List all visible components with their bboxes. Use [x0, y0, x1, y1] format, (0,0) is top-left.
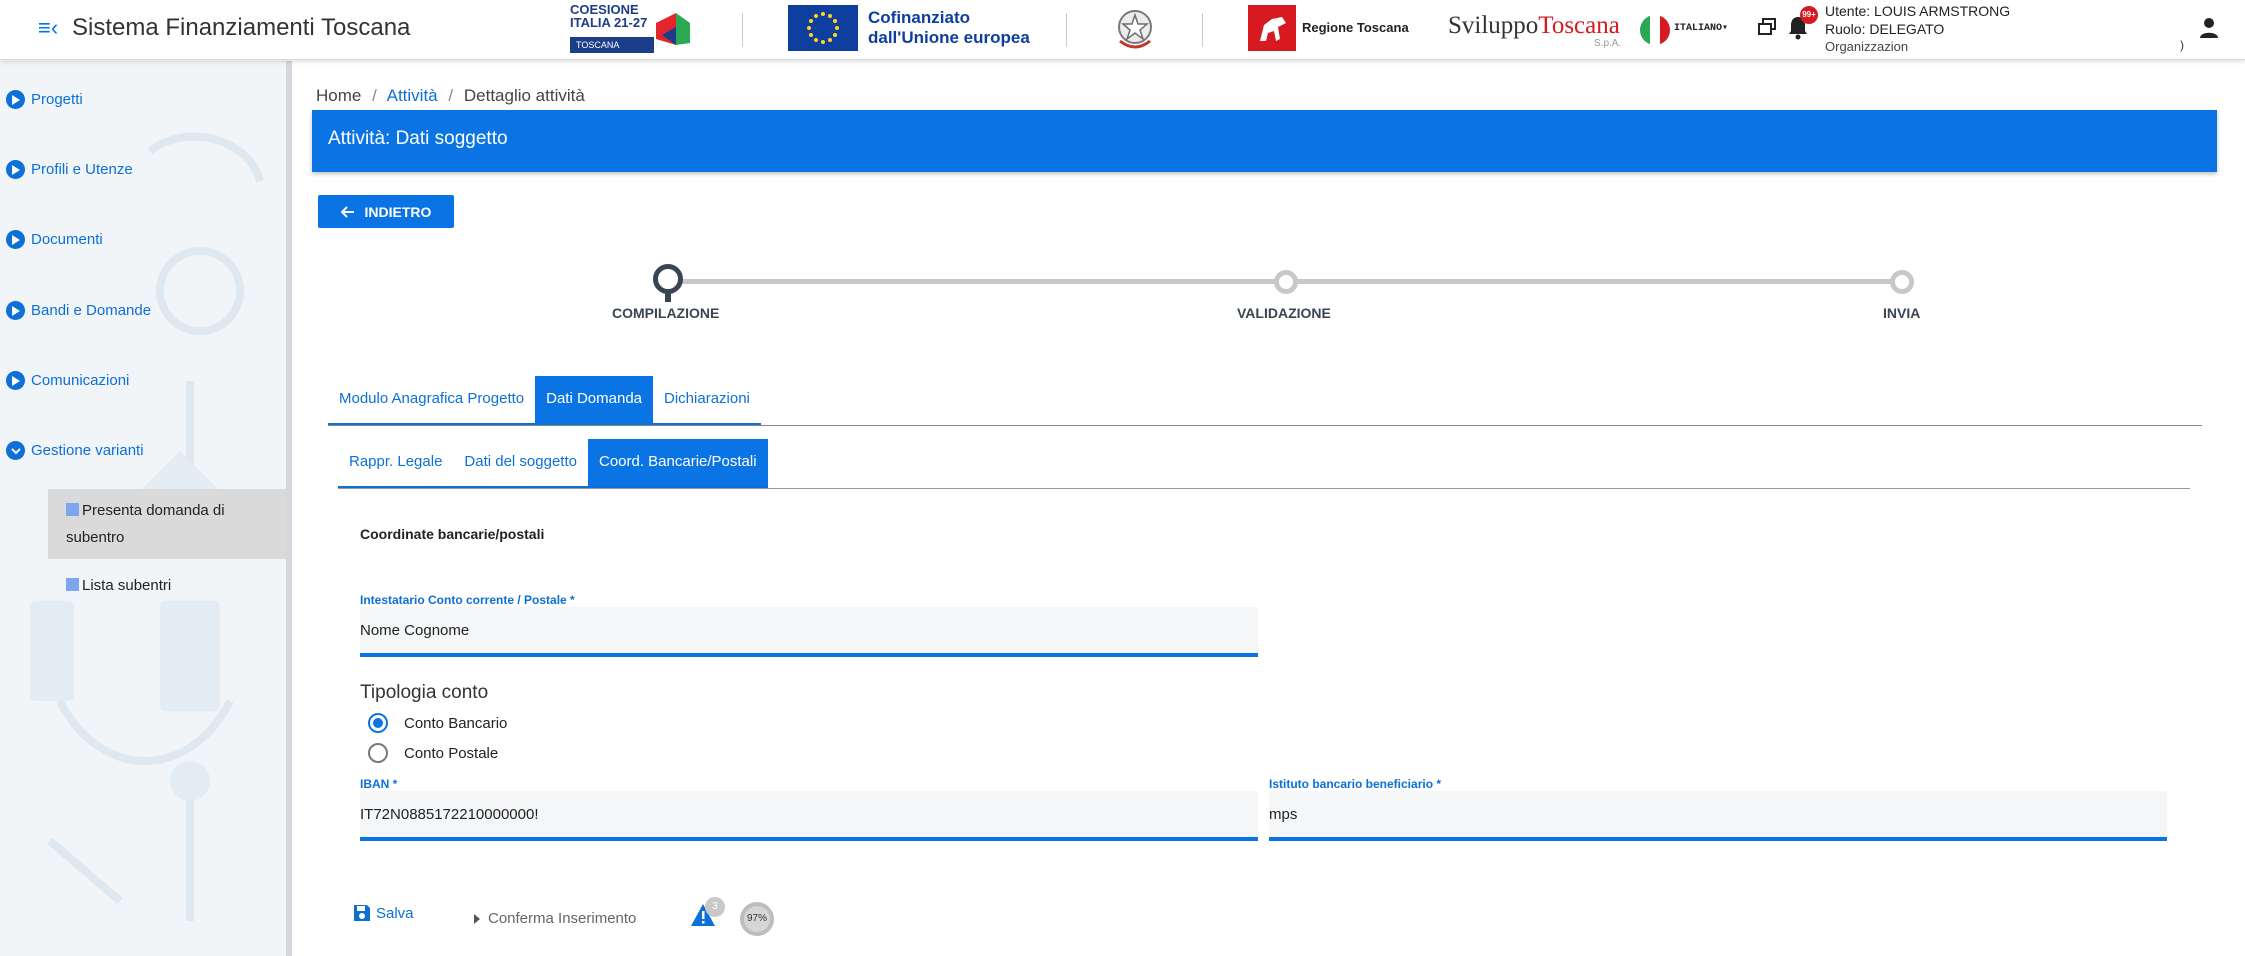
top-bar: ≡‹ Sistema Finanziamenti Toscana COESION… [0, 0, 2245, 60]
sidebar: Progetti Profili e Utenze Documenti Band… [0, 61, 292, 956]
sidebar-subitem-lista-subentri[interactable]: Lista subentri [48, 564, 286, 607]
holder-label: Intestatario Conto corrente / Postale * [360, 593, 575, 607]
menu-toggle-icon[interactable]: ≡‹ [38, 16, 62, 40]
radio-button-checked[interactable] [368, 713, 388, 733]
back-button[interactable]: INDIETRO [318, 195, 454, 228]
language-select[interactable]: ITALIANO▾ [1674, 22, 1728, 34]
step-label-compilazione: COMPILAZIONE [612, 305, 720, 321]
completion-progress-indicator: 97% [740, 902, 774, 936]
sidebar-item-bandi-domande[interactable]: Bandi e Domande [6, 301, 151, 320]
italian-flag-icon[interactable] [1640, 15, 1670, 45]
step-validazione-marker [1274, 270, 1298, 294]
sidebar-item-documenti[interactable]: Documenti [6, 230, 103, 249]
tab-dati-domanda[interactable]: Dati Domanda [535, 376, 654, 426]
play-circle-icon [6, 371, 25, 390]
divider [742, 13, 743, 47]
floppy-disk-icon [354, 905, 370, 921]
sub-tabs: Rappr. Legale Dati del soggetto Coord. B… [338, 439, 768, 489]
iban-input[interactable] [360, 791, 1258, 841]
play-circle-icon [6, 301, 25, 320]
coesione-italia-logo: COESIONE ITALIA 21-27 TOSCANA [570, 3, 696, 53]
divider [1202, 13, 1203, 47]
regione-toscana-label: Regione Toscana [1302, 20, 1409, 35]
play-circle-icon [6, 160, 25, 179]
bank-input[interactable] [1269, 791, 2167, 841]
page-title: Attività: Dati soggetto [312, 110, 2217, 172]
sviluppo-spa-label: S.p.A. [1594, 38, 1622, 49]
step-invia-marker [1890, 270, 1914, 294]
tab-modulo-anagrafica[interactable]: Modulo Anagrafica Progetto [328, 376, 536, 426]
section-title: Coordinate bancarie/postali [360, 526, 545, 542]
holder-input[interactable] [360, 607, 1258, 657]
square-bullet-icon [66, 578, 79, 591]
radio-conto-bancario[interactable]: Conto Bancario [368, 713, 507, 733]
tab-coord-bancarie[interactable]: Coord. Bancarie/Postali [587, 439, 768, 489]
sidebar-subitem-presenta-domanda[interactable]: Presenta domanda di subentro [48, 489, 286, 559]
play-circle-icon [6, 90, 25, 109]
main-tabs: Modulo Anagrafica Progetto Dati Domanda … [328, 376, 761, 426]
notification-badge: 99+ [1800, 6, 1818, 24]
iban-label: IBAN * [360, 777, 398, 791]
breadcrumb: Home / Attività / Dettaglio attività [316, 86, 585, 105]
square-bullet-icon [66, 503, 79, 516]
windows-icon[interactable] [1756, 16, 1778, 38]
breadcrumb-home[interactable]: Home [316, 86, 361, 105]
breadcrumb-current: Dettaglio attività [463, 86, 585, 105]
subtabs-divider [338, 488, 2190, 489]
app-title: Sistema Finanziamenti Toscana [72, 14, 411, 41]
sidebar-item-gestione-varianti[interactable]: Gestione varianti [6, 441, 144, 460]
divider [1066, 13, 1067, 47]
play-circle-icon [6, 230, 25, 249]
tab-dati-soggetto[interactable]: Dati del soggetto [453, 439, 588, 489]
sidebar-item-progetti[interactable]: Progetti [6, 90, 83, 109]
sviluppo-toscana-logo: SviluppoToscana [1448, 12, 1620, 39]
sidebar-item-comunicazioni[interactable]: Comunicazioni [6, 371, 129, 390]
eu-flag-icon [788, 5, 858, 51]
regione-toscana-flag-icon [1248, 5, 1296, 51]
chevron-down-circle-icon [6, 441, 25, 460]
tab-dichiarazioni[interactable]: Dichiarazioni [653, 376, 761, 426]
coesione-shape-icon [656, 13, 690, 45]
warning-count-badge: 3 [705, 897, 725, 917]
step-current-pin [665, 290, 671, 302]
radio-conto-postale[interactable]: Conto Postale [368, 743, 498, 763]
account-type-title: Tipologia conto [360, 682, 489, 703]
breadcrumb-attivita[interactable]: Attività [387, 86, 438, 105]
bank-label: Istituto bancario beneficiario * [1269, 777, 1442, 791]
tab-rappr-legale[interactable]: Rappr. Legale [338, 439, 454, 489]
form-actions: Salva [352, 903, 414, 923]
step-label-invia: INVIA [1883, 305, 1921, 321]
radio-button-unchecked[interactable] [368, 743, 388, 763]
save-button[interactable]: Salva [352, 903, 414, 923]
tabs-divider [328, 425, 2202, 426]
eu-cofinanziato-text: Cofinanziato dall'Unione europea [868, 8, 1030, 47]
user-account-icon[interactable] [2198, 16, 2220, 40]
confirm-insert-button[interactable]: Conferma Inserimento [474, 910, 636, 927]
org-paren: ) [2180, 38, 2184, 52]
caret-right-icon [474, 913, 480, 924]
user-info: Utente: LOUIS ARMSTRONG Ruolo: DELEGATO … [1825, 3, 2011, 54]
arrow-left-icon [340, 205, 354, 218]
step-label-validazione: VALIDAZIONE [1237, 305, 1331, 321]
sidebar-item-profili-utenze[interactable]: Profili e Utenze [6, 160, 133, 179]
italian-republic-emblem-icon [1118, 10, 1152, 49]
